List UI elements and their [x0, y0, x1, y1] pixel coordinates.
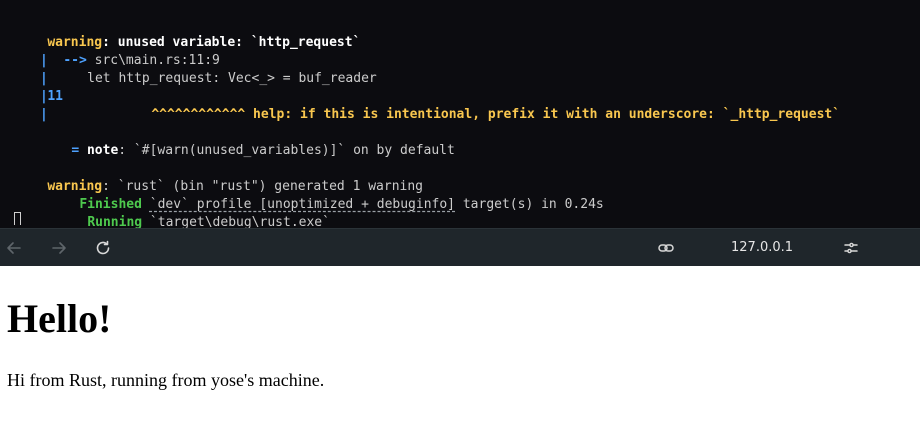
note-equals: =	[71, 143, 80, 158]
location-line: --> src\main.rs:11:9	[32, 34, 220, 68]
note-text: : `#[warn(unused_variables)]` on by defa…	[118, 143, 455, 158]
terminal-cursor	[14, 212, 21, 225]
warning-line: warning: unused variable: `http_request`	[16, 16, 360, 50]
gutter-bar: |	[40, 53, 48, 68]
note-label: note	[79, 143, 119, 158]
line-number: 11	[47, 89, 63, 104]
terminal-window: warning: unused variable: `http_request`…	[0, 0, 920, 228]
help-gutter-bar: |	[40, 89, 48, 104]
page-paragraph: Hi from Rust, running from yose's machin…	[7, 370, 325, 390]
page-content: Hello! Hi from Rust, running from yose's…	[0, 266, 920, 444]
running-label: Running	[87, 215, 143, 228]
tune-icon	[842, 239, 860, 257]
running-line: Running `target\debug\rust.exe`	[56, 196, 330, 228]
running-text: `target\debug\rust.exe`	[142, 215, 330, 228]
note-line: = note: `#[warn(unused_variables)]` on b…	[40, 124, 455, 158]
reload-icon	[94, 239, 112, 257]
back-button[interactable]	[4, 238, 24, 258]
help-line: ^^^^^^^^^^^^ help: if this is intentiona…	[120, 88, 840, 122]
finished-rest: target(s) in 0.24s	[455, 197, 604, 212]
caret-marker: ^^^^^^^^^^^^	[151, 107, 246, 122]
location-path: src\main.rs:11:9	[86, 53, 220, 68]
arrow-left-icon	[5, 239, 23, 257]
help-text: help: if this is intentional, prefix it …	[245, 107, 841, 122]
code-snippet: let http_request: Vec<_> = buf_reader	[48, 71, 377, 86]
browser-toolbar: 127.0.0.1	[0, 228, 920, 267]
arrow-right-icon	[50, 239, 68, 257]
page-heading: Hello!	[7, 296, 112, 341]
reload-button[interactable]	[93, 238, 113, 258]
finished-line: Finished `dev` profile [unoptimized + de…	[48, 178, 603, 212]
page-settings-button[interactable]	[841, 238, 861, 258]
code-gutter-bar: |	[40, 71, 48, 86]
address-bar-url[interactable]: 127.0.0.1	[731, 238, 793, 258]
link-icon	[657, 239, 675, 257]
gutter-bar-empty: |	[40, 107, 48, 122]
summary-warning-line: warning: `rust` (bin "rust") generated 1…	[16, 160, 423, 194]
location-arrow: -->	[63, 53, 87, 68]
forward-button[interactable]	[49, 238, 69, 258]
site-info-button[interactable]	[656, 238, 676, 258]
